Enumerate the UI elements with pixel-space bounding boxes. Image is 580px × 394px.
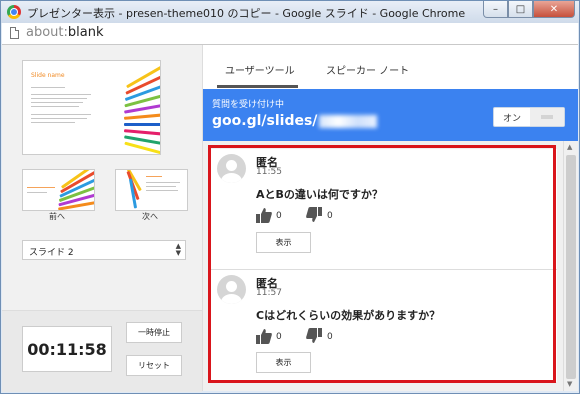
reset-button[interactable]: リセット <box>126 355 182 376</box>
thumbs-down-icon[interactable] <box>306 328 322 344</box>
show-question-button[interactable]: 表示 <box>256 232 311 253</box>
current-slide-preview: Slide name <box>22 60 161 155</box>
slide-text-line <box>31 106 79 107</box>
question-list: 匿名 11:55 AとBの違いは何ですか？ 0 0 表示 匿名 11:57 Cは… <box>203 141 578 391</box>
window-controls: – □ ✕ <box>483 1 575 19</box>
window-title: プレゼンター表示 - presen-theme010 のコピー - Google… <box>27 7 466 20</box>
avatar <box>217 275 246 304</box>
blurred-url-code <box>319 114 378 128</box>
question-text: AとBの違いは何ですか？ <box>256 188 383 201</box>
prev-slide-thumbnail[interactable] <box>22 169 95 211</box>
thumb-text-line <box>146 190 178 191</box>
question-time: 11:57 <box>256 288 282 298</box>
avatar <box>217 154 246 183</box>
thumb-text-line <box>27 192 47 193</box>
title-bar: プレゼンター表示 - presen-theme010 のコピー - Google… <box>1 1 579 23</box>
prev-label[interactable]: 前へ <box>49 211 65 222</box>
next-label[interactable]: 次へ <box>142 211 158 222</box>
maximize-button[interactable]: □ <box>508 1 533 18</box>
thumb-text-line <box>146 182 180 183</box>
scrollbar-thumb[interactable] <box>566 155 576 379</box>
upvote-count: 0 <box>276 211 282 221</box>
downvote-count: 0 <box>327 332 333 342</box>
address-scheme: about: <box>26 25 68 40</box>
tab-speaker-notes[interactable]: スピーカー ノート <box>326 62 409 77</box>
show-question-button[interactable]: 表示 <box>256 352 311 373</box>
slide-select-value: スライド 2 <box>29 248 74 258</box>
next-slide-thumbnail[interactable] <box>115 169 188 211</box>
address-text[interactable]: about:blank <box>26 25 104 40</box>
scrollbar[interactable]: ▲ ▼ <box>563 141 578 391</box>
timer-area: 00:11:58 一時停止 リセット <box>2 310 202 392</box>
slide-text-line <box>31 114 91 115</box>
qa-url[interactable]: goo.gl/slides/ <box>212 113 378 129</box>
question-card: 匿名 11:55 AとBの違いは何ですか？ 0 0 表示 <box>211 149 557 270</box>
minimize-button[interactable]: – <box>483 1 508 18</box>
thumbs-down-icon[interactable] <box>306 207 322 223</box>
active-tab-indicator <box>217 85 298 88</box>
tab-audience-tools[interactable]: ユーザーツール <box>225 62 295 77</box>
slide-text-line <box>31 87 65 88</box>
question-card: 匿名 11:57 Cはどれくらいの効果がありますか？ 0 0 表示 <box>211 270 557 382</box>
timer-display: 00:11:58 <box>22 326 112 372</box>
slide-text-line <box>31 98 87 99</box>
qa-toggle[interactable]: オン <box>493 107 565 127</box>
slide-text-line <box>31 118 87 119</box>
browser-window: プレゼンター表示 - presen-theme010 のコピー - Google… <box>0 0 580 394</box>
presenter-view: Slide name 前へ 次へ スライド 2 ▲ ▼ 00:11:58 一時停… <box>2 45 578 392</box>
select-arrows-icon: ▲ ▼ <box>175 242 181 257</box>
thumb-title-line <box>27 187 55 188</box>
downvote-count: 0 <box>327 211 333 221</box>
question-text: Cはどれくらいの効果がありますか？ <box>256 309 441 322</box>
thumbs-up-icon[interactable] <box>256 207 272 223</box>
pause-button[interactable]: 一時停止 <box>126 322 182 343</box>
qa-status: 質問を受け付け中 <box>212 100 285 110</box>
slide-title: Slide name <box>31 72 65 79</box>
slides-panel: Slide name 前へ 次へ スライド 2 ▲ ▼ 00:11:58 一時停… <box>2 45 203 392</box>
audience-tools-panel: ユーザーツール スピーカー ノート 質問を受け付け中 goo.gl/slides… <box>203 45 578 391</box>
address-bar[interactable]: about:blank <box>2 23 578 45</box>
slide-text-line <box>31 102 83 103</box>
scroll-down-icon[interactable]: ▼ <box>567 380 572 388</box>
upvote-count: 0 <box>276 332 282 342</box>
address-path: blank <box>67 25 104 40</box>
toggle-on[interactable]: オン <box>494 108 531 126</box>
thumb-title-line <box>146 176 162 177</box>
thumbs-up-icon[interactable] <box>256 328 272 344</box>
question-time: 11:55 <box>256 167 282 177</box>
page-icon <box>10 27 19 39</box>
toggle-off[interactable] <box>530 108 564 126</box>
pencils-image <box>112 61 160 154</box>
qa-url-text: goo.gl/slides/ <box>212 113 318 129</box>
slide-select[interactable]: スライド 2 ▲ ▼ <box>22 240 186 260</box>
scroll-up-icon[interactable]: ▲ <box>567 143 572 151</box>
slide-text-line <box>31 122 75 123</box>
thumb-text-line <box>146 186 176 187</box>
pencils-image <box>116 170 142 210</box>
pencils-image <box>56 170 94 210</box>
close-button[interactable]: ✕ <box>533 1 575 18</box>
chrome-icon <box>7 5 21 19</box>
tab-bar: ユーザーツール スピーカー ノート <box>203 45 578 88</box>
slide-text-line <box>31 94 91 95</box>
